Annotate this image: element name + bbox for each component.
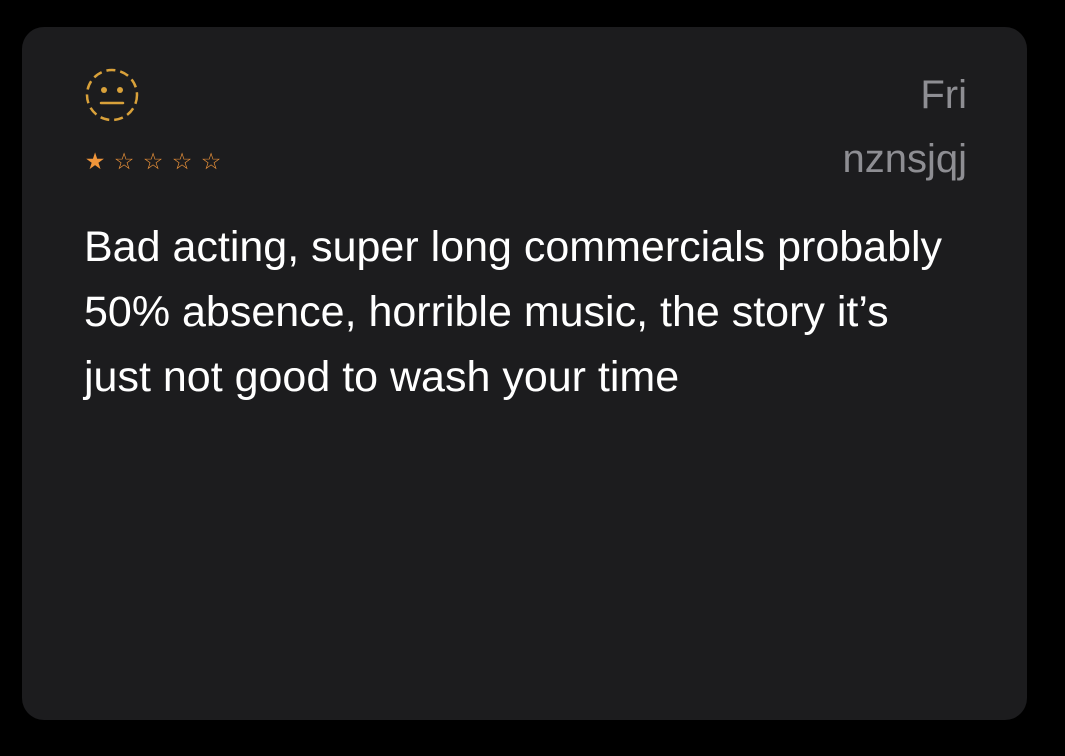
review-text: Bad acting, super long commercials proba… [84,223,943,401]
review-author[interactable]: nznsjqj [842,135,967,183]
star-empty-icon: ☆ [113,149,135,175]
star-empty-icon: ☆ [142,149,164,175]
neutral-face-icon [84,67,140,123]
review-card[interactable]: ★ ☆ ☆ ☆ ☆ Fri nznsjqj Bad acting, super … [22,27,1027,720]
review-date: Fri [920,73,967,117]
star-filled-icon: ★ [84,149,106,175]
star-empty-icon: ☆ [171,149,193,175]
star-empty-icon: ☆ [200,149,222,175]
star-rating: ★ ☆ ☆ ☆ ☆ [82,147,224,177]
